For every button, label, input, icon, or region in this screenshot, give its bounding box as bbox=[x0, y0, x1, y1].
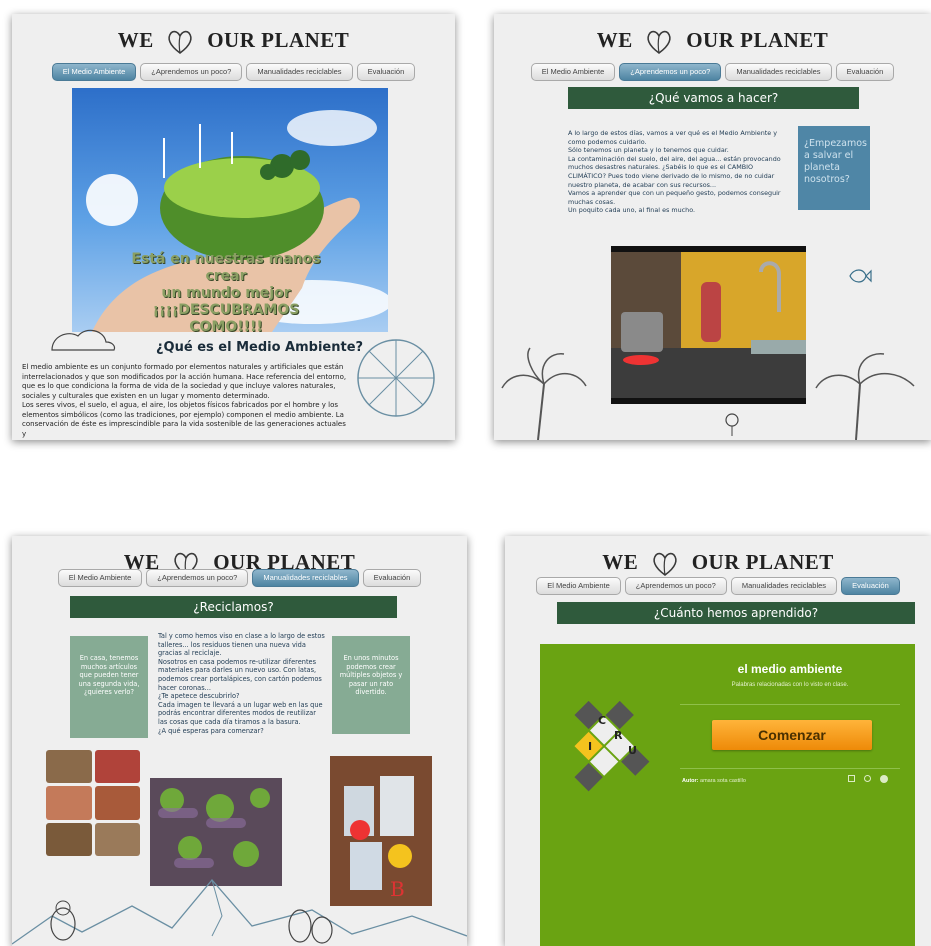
mountain-outline-decoration bbox=[12, 878, 467, 945]
section-title-bar: ¿Reciclamos? bbox=[70, 596, 397, 618]
share-icon[interactable] bbox=[864, 775, 871, 782]
crossword-cube-logo: C R U I bbox=[552, 684, 662, 794]
tab-evaluacion[interactable]: Evaluación bbox=[841, 577, 900, 595]
panel-evaluacion: WE OUR PLANET El Medio Ambiente ¿Aprende… bbox=[505, 536, 931, 946]
quiz-title: el medio ambiente bbox=[737, 662, 843, 676]
site-logo[interactable]: WE OUR PLANET bbox=[12, 28, 455, 55]
penguin-decoration bbox=[50, 900, 76, 941]
document-icon[interactable] bbox=[848, 775, 855, 782]
cube-letter: R bbox=[614, 729, 623, 742]
site-logo[interactable]: WE OUR PLANET bbox=[494, 28, 931, 55]
start-button[interactable]: Comenzar bbox=[712, 720, 872, 750]
section-heading: ¿Qué es el Medio Ambiente? bbox=[156, 340, 364, 355]
nav-bar: El Medio Ambiente ¿Aprendemos un poco? M… bbox=[494, 63, 931, 81]
tab-medio-ambiente[interactable]: El Medio Ambiente bbox=[57, 569, 143, 587]
nav-bar: El Medio Ambiente ¿Aprendemos un poco? M… bbox=[12, 569, 467, 587]
tab-manualidades[interactable]: Manualidades reciclables bbox=[725, 63, 832, 81]
section-title-bar: ¿Qué vamos a hacer? bbox=[568, 87, 859, 109]
cloud-outline-decoration bbox=[51, 329, 116, 351]
site-logo[interactable]: WE OUR PLANET bbox=[505, 550, 931, 577]
leaf-heart-icon bbox=[650, 551, 680, 577]
panel-aprendemos: WE OUR PLANET El Medio Ambiente ¿Aprende… bbox=[494, 14, 931, 440]
tab-aprendemos[interactable]: ¿Aprendemos un poco? bbox=[624, 577, 727, 595]
tab-evaluacion[interactable]: Evaluación bbox=[835, 63, 895, 81]
leaf-heart-icon bbox=[165, 29, 195, 55]
video-frame-kitchen bbox=[611, 252, 806, 398]
call-to-action-box[interactable]: ¿Empezamos a salvar el planeta nosotros? bbox=[798, 126, 870, 210]
flamingo-icon bbox=[725, 413, 739, 436]
cube-letter: I bbox=[588, 740, 592, 753]
tab-medio-ambiente[interactable]: El Medio Ambiente bbox=[530, 63, 616, 81]
info-box-right: En unos minutos podemos crear múltiples … bbox=[332, 636, 410, 734]
fish-icon bbox=[849, 269, 872, 283]
quiz-action-icons bbox=[848, 775, 888, 783]
tab-medio-ambiente[interactable]: El Medio Ambiente bbox=[51, 63, 137, 81]
body-paragraphs: El medio ambiente es un conjunto formado… bbox=[22, 363, 347, 438]
leaf-heart-icon bbox=[644, 29, 674, 55]
tab-evaluacion[interactable]: Evaluación bbox=[362, 569, 422, 587]
tab-aprendemos[interactable]: ¿Aprendemos un poco? bbox=[140, 63, 243, 81]
panel-medio-ambiente: WE OUR PLANET El Medio Ambiente ¿Aprende… bbox=[12, 14, 455, 440]
info-box-left: En casa, tenemos muchos artículos que pu… bbox=[70, 636, 148, 738]
help-icon[interactable] bbox=[880, 775, 888, 783]
author-line: Autor: amara sota castillo bbox=[682, 778, 746, 784]
tab-aprendemos[interactable]: ¿Aprendemos un poco? bbox=[619, 63, 722, 81]
quiz-divider bbox=[680, 768, 900, 769]
body-paragraphs: Tal y como hemos viso en clase a lo larg… bbox=[158, 632, 325, 735]
section-title-bar: ¿Cuánto hemos aprendido? bbox=[557, 602, 915, 624]
nav-bar: El Medio Ambiente ¿Aprendemos un poco? M… bbox=[505, 577, 931, 595]
quiz-subtitle: Palabras relacionadas con lo visto en cl… bbox=[731, 682, 849, 688]
palm-tree-decoration bbox=[501, 347, 587, 440]
tab-evaluacion[interactable]: Evaluación bbox=[356, 63, 416, 81]
penguin-decoration bbox=[288, 909, 333, 944]
body-paragraphs: A lo largo de estos días, vamos a ver qu… bbox=[568, 129, 781, 215]
hero-image: Está en nuestras manos crear un mundo me… bbox=[72, 88, 388, 332]
tab-medio-ambiente[interactable]: El Medio Ambiente bbox=[536, 577, 621, 595]
cube-letter: U bbox=[628, 744, 637, 757]
panel-manualidades: WE OUR PLANET El Medio Ambiente ¿Aprende… bbox=[12, 536, 467, 946]
tab-manualidades[interactable]: Manualidades reciclables bbox=[730, 577, 838, 595]
windmill-decoration bbox=[357, 339, 435, 417]
kitchen-video[interactable] bbox=[611, 246, 806, 404]
hero-caption: Está en nuestras manos crear un mundo me… bbox=[131, 251, 321, 332]
cube-letter: C bbox=[598, 714, 606, 727]
palm-tree-decoration bbox=[815, 353, 915, 440]
tab-aprendemos[interactable]: ¿Aprendemos un poco? bbox=[146, 569, 249, 587]
tab-manualidades[interactable]: Manualidades reciclables bbox=[252, 569, 359, 587]
craft-link-cardboard-owls[interactable] bbox=[46, 750, 140, 856]
nav-bar: El Medio Ambiente ¿Aprendemos un poco? M… bbox=[12, 63, 455, 81]
quiz-embed: C R U I el medio ambiente Palabras relac… bbox=[540, 644, 915, 946]
quiz-divider bbox=[680, 704, 900, 705]
craft-link-bottle-garden[interactable] bbox=[150, 778, 282, 886]
tab-manualidades[interactable]: Manualidades reciclables bbox=[246, 63, 353, 81]
